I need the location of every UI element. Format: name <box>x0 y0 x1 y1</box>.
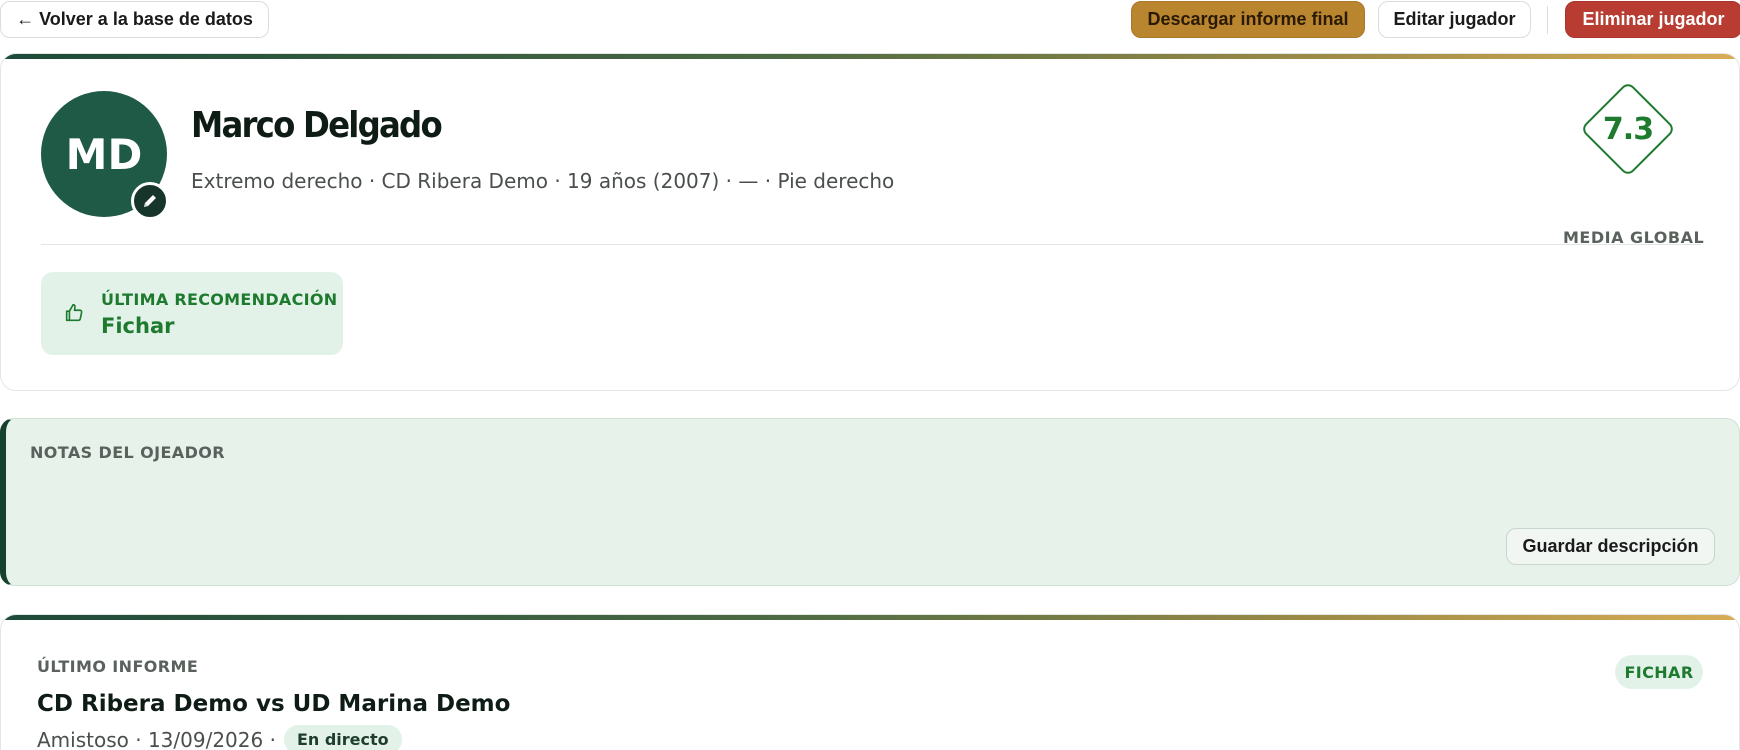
card-accent-bar <box>1 54 1739 59</box>
recommendation-label: ÚLTIMA RECOMENDACIÓN <box>101 290 338 309</box>
report-meta-text: Amistoso · 13/09/2026 · <box>37 727 276 750</box>
report-match-title: CD Ribera Demo vs UD Marina Demo <box>37 691 511 717</box>
notes-label: NOTAS DEL OJEADOR <box>30 443 225 462</box>
save-description-button[interactable]: Guardar descripción <box>1506 528 1715 565</box>
overall-rating: 7.3 MEDIA GLOBAL <box>1563 80 1704 247</box>
player-name: Marco Delgado <box>191 105 443 146</box>
live-badge: En directo <box>283 725 402 750</box>
card-accent-bar <box>1 615 1739 620</box>
report-section-label: ÚLTIMO INFORME <box>37 657 199 676</box>
edit-avatar-button[interactable] <box>131 182 169 220</box>
download-final-report-button[interactable]: Descargar informe final <box>1131 1 1365 38</box>
last-recommendation: ÚLTIMA RECOMENDACIÓN Fichar <box>41 272 343 355</box>
thumbs-up-icon <box>65 303 83 322</box>
player-card: MD Marco Delgado Extremo derecho · CD Ri… <box>0 53 1740 391</box>
back-to-database-button[interactable]: ← Volver a la base de datos <box>0 1 269 38</box>
toolbar-divider <box>1547 6 1548 34</box>
recommendation-value: Fichar <box>101 314 175 338</box>
card-divider <box>41 244 1701 245</box>
last-report-card[interactable]: ÚLTIMO INFORME CD Ribera Demo vs UD Mari… <box>0 614 1740 750</box>
report-recommendation-badge: FICHAR <box>1615 655 1703 689</box>
top-bar: ← Volver a la base de datos Descargar in… <box>0 0 1740 40</box>
delete-player-button[interactable]: Eliminar jugador <box>1565 1 1740 38</box>
scout-notes[interactable]: NOTAS DEL OJEADOR Guardar descripción <box>0 418 1740 586</box>
report-meta: Amistoso · 13/09/2026 · En directo <box>37 725 402 750</box>
rating-value: 7.3 <box>1602 112 1654 147</box>
player-meta: Extremo derecho · CD Ribera Demo · 19 añ… <box>191 169 895 193</box>
edit-player-button[interactable]: Editar jugador <box>1378 1 1531 38</box>
avatar-initials: MD <box>65 129 143 179</box>
pencil-icon <box>144 195 156 207</box>
